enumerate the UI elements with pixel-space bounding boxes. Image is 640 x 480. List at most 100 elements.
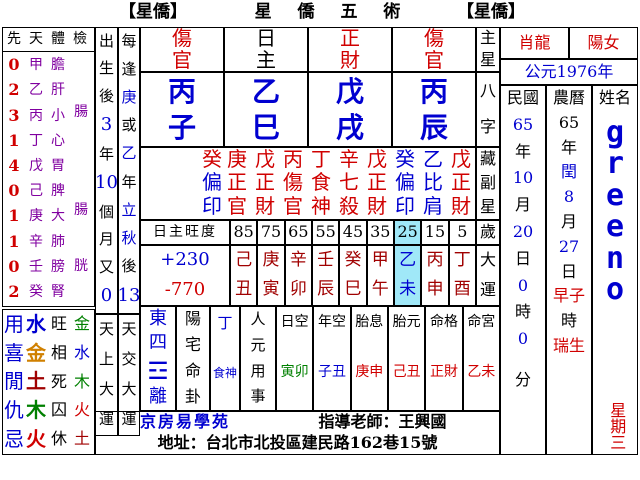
luck-pillar-8-stem: 丙 xyxy=(426,249,444,270)
bottom-cell-1: 日空 寅卯 xyxy=(276,306,314,411)
luck-pillar-2-branch: 寅 xyxy=(262,279,280,300)
gua-name: 離 xyxy=(149,386,167,408)
element-fire: 火 xyxy=(26,427,46,452)
meet-stem-2: 乙 xyxy=(121,144,137,163)
yuan-1: 人 xyxy=(250,310,266,328)
house-2: 宅 xyxy=(184,335,201,355)
house-cell: 陽 宅 命 卦 xyxy=(176,306,210,411)
luck-pillar-7-branch: 未 xyxy=(399,279,417,300)
luck-pillar-5-branch: 巳 xyxy=(344,279,362,300)
season-wood: 木 xyxy=(73,371,90,391)
organ-suffix-9: 胱 xyxy=(74,258,88,275)
state-prosper: 旺 xyxy=(50,314,67,333)
birth-label-2: 生 xyxy=(98,59,114,78)
hidden-4-god-1a: 偏 xyxy=(395,170,415,195)
trigram-li-icon: ☲ xyxy=(147,356,169,385)
luck-pillar-1-stem: 己 xyxy=(235,249,253,270)
health-header-4: 檢 xyxy=(73,30,87,47)
luck-pillar-3: 辛卯 xyxy=(284,245,312,306)
bottom-cell-6-label: 命宮 xyxy=(467,313,496,330)
birth-bottom-1: 天 xyxy=(98,320,114,339)
organ-8: 肺 xyxy=(51,233,65,250)
zodiac-badge: 肖龍 xyxy=(500,27,569,59)
stem-yi: 乙 xyxy=(29,82,43,99)
strength-label: 日主旺度 xyxy=(140,220,230,245)
luck-pillar-2: 庚寅 xyxy=(257,245,285,306)
name-letter-4: e xyxy=(605,209,625,245)
stem-jia: 甲 xyxy=(29,57,43,74)
name-letter-5: n xyxy=(605,240,625,276)
ding-cell: 丁 食神 xyxy=(210,306,240,411)
hidden-1-stem-1: 癸 xyxy=(202,147,222,172)
organ-4: 心 xyxy=(51,132,65,149)
bottom-cell-3-value: 庚申 xyxy=(355,363,384,380)
minguo-label: 民國 xyxy=(506,88,539,107)
organ-2: 肝 xyxy=(51,82,65,99)
bottom-cell-5: 命格 正財 xyxy=(425,306,463,411)
stem-ji: 己 xyxy=(29,183,43,200)
luck-age-2: 75 xyxy=(257,220,285,245)
bottom-cell-4-label: 胎元 xyxy=(392,313,421,330)
meet-year-unit: 年 xyxy=(121,172,137,191)
birth-bottom-3: 大 xyxy=(98,380,114,399)
birth-months: 10 xyxy=(95,172,118,194)
health-header-2: 天 xyxy=(29,30,43,47)
hidden-2-god-2b: 財 xyxy=(255,193,275,218)
hidden-3-1: 丁 食 神 xyxy=(309,148,333,218)
stem-ren: 壬 xyxy=(29,258,43,275)
hidden-4-2: 乙 比 肩 xyxy=(421,148,445,218)
count-ding: 1 xyxy=(8,130,20,150)
solar-minute-unit: 分 xyxy=(514,369,531,389)
name-letter-3: e xyxy=(605,177,625,213)
luck-pillar-7: 乙未 xyxy=(393,245,422,306)
organ-6: 脾 xyxy=(51,183,65,200)
lunar-day-unit: 日 xyxy=(560,261,577,281)
birth-label-3: 後 xyxy=(98,86,114,105)
hidden-2-god-1b: 官 xyxy=(227,193,247,218)
health-stem-column: 甲 乙 丙 丁 戊 己 庚 辛 壬 癸 xyxy=(25,53,47,305)
main-star-label: 主 星 xyxy=(476,27,500,72)
eight-char-2: 字 xyxy=(479,117,496,137)
luck-pillar-6-stem: 甲 xyxy=(371,249,389,270)
name-letter-6: o xyxy=(605,272,625,308)
lunar-hour-unit: 時 xyxy=(560,311,577,331)
solar-minute: 0 xyxy=(517,329,529,349)
footer-school: 京房易學苑 xyxy=(139,411,230,431)
pillar-3-god-1: 正 xyxy=(340,26,360,51)
house-3: 命 xyxy=(184,360,201,380)
lunar-leap: 閏 xyxy=(560,162,577,182)
count-ren: 0 xyxy=(8,256,20,276)
state-prisoned: 囚 xyxy=(50,400,67,420)
pillar-4-god: 傷 官 xyxy=(392,27,476,72)
meet-column-content: 每 逢 庚 或 乙 年 立 秋 後 13 xyxy=(118,28,141,312)
meet-bottom-3: 大 xyxy=(121,380,137,399)
count-wu: 4 xyxy=(8,155,20,175)
hidden-2-god-1a: 正 xyxy=(227,170,247,195)
name-column: 姓名 greeno 星期三 xyxy=(592,85,638,455)
hidden-2-stem-2: 戊 xyxy=(255,147,275,172)
weekday-text: 星期三 xyxy=(607,402,627,450)
pillar-2-stem: 乙 xyxy=(251,74,280,108)
health-organ-suffix-column: 腸 腸 胱 xyxy=(69,53,93,305)
header-left-brand: 【星僑】 xyxy=(119,2,187,23)
birth-month-unit-3: 又 xyxy=(98,257,114,276)
luck-pillar-2-stem: 庚 xyxy=(262,249,280,270)
name-value: greeno xyxy=(606,117,624,306)
gender-badge: 陽女 xyxy=(569,27,638,59)
meet-after: 後 xyxy=(121,256,137,275)
bottom-cells: 日空 寅卯 年空 子丑 胎息 庚申 胎元 己丑 命格 正財 命宮 乙未 xyxy=(276,306,500,411)
bottom-cell-6-value: 乙未 xyxy=(467,363,496,380)
bottom-cell-5-label: 命格 xyxy=(429,313,458,330)
solar-month: 10 xyxy=(512,168,534,188)
pillar-2-god-1: 日 xyxy=(256,26,276,51)
hidden-4-stem-3: 戊 xyxy=(451,147,471,172)
pillar-4-god-2: 官 xyxy=(424,47,444,72)
yuan-3: 用 xyxy=(250,361,266,380)
birth-month-unit-1: 個 xyxy=(98,202,114,221)
pillar-3-branch: 戌 xyxy=(335,111,364,145)
birth-column-content: 出 生 後 3 年 10 個 月 又 0 xyxy=(95,28,118,312)
hidden-3-2: 辛 七 殺 xyxy=(337,148,361,218)
hidden-4-god-2b: 肩 xyxy=(423,193,443,218)
pillar-3-god-2: 財 xyxy=(340,47,360,72)
hidden-1: 癸 偏 印 xyxy=(200,148,224,218)
